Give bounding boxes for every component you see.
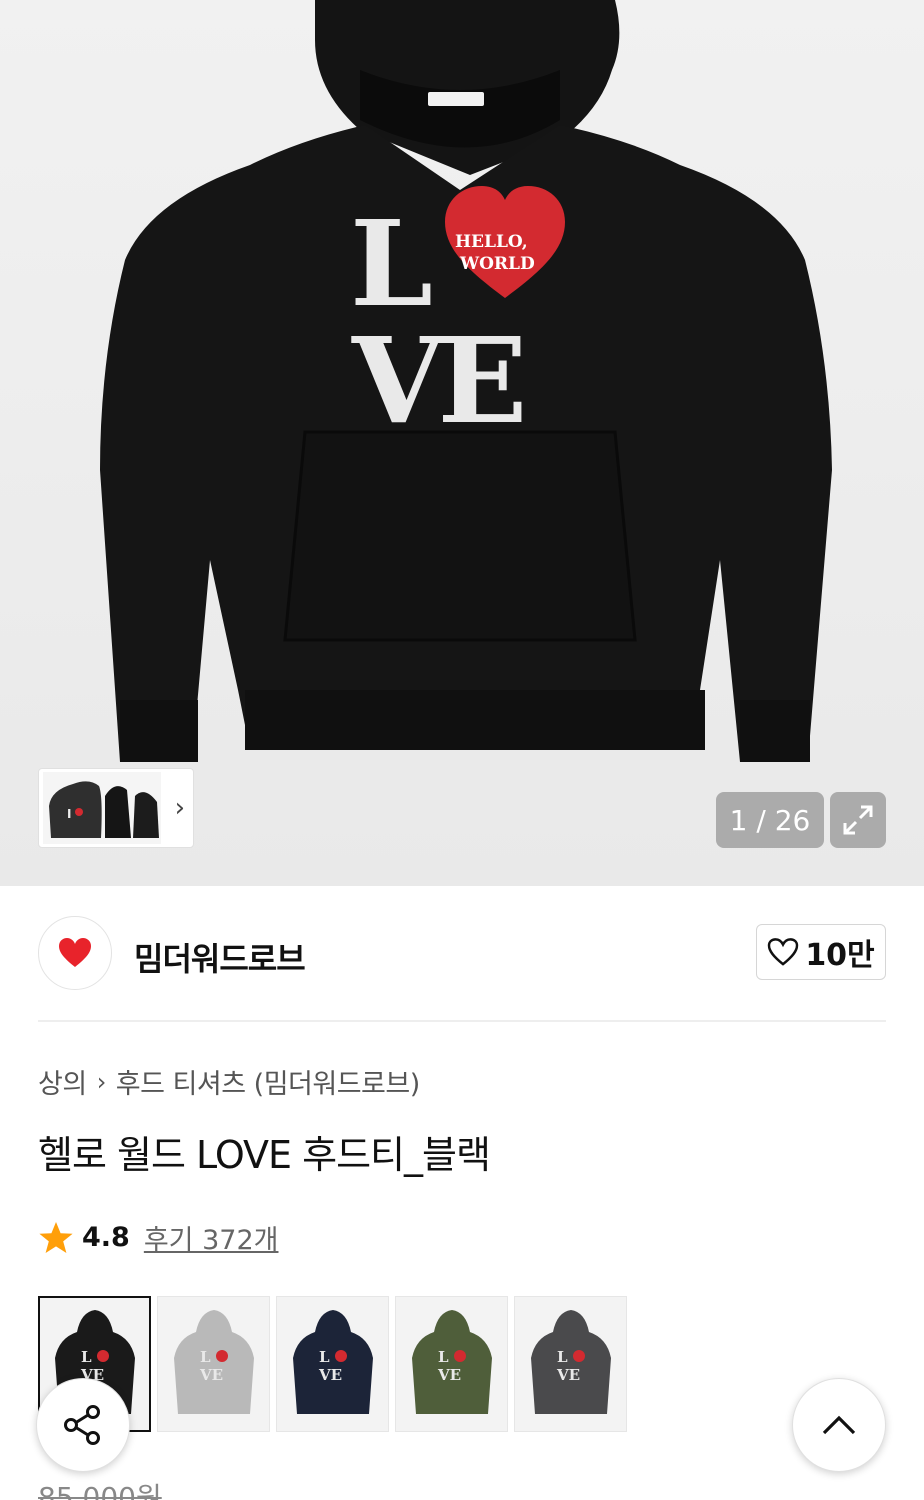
brand-logo[interactable] [38,916,112,990]
breadcrumb-subcategory[interactable]: 후드 티셔츠 (밈더워드로브) [116,1062,420,1101]
svg-text:VE: VE [199,1366,223,1384]
product-title: 헬로 월드 LOVE 후드티_블랙 [38,1133,491,1177]
star-icon [39,1221,73,1253]
svg-text:L: L [319,1348,330,1366]
svg-text:VE: VE [318,1366,342,1384]
swatch-hoodie-image: LVE [173,1310,254,1414]
share-button[interactable] [36,1378,130,1472]
original-price: 85,000원 [38,1481,162,1500]
breadcrumb-category[interactable]: 상의 [38,1062,87,1101]
chevron-right-icon: › [96,1067,107,1096]
thumbnail-strip[interactable]: I › [38,768,194,848]
svg-text:WORLD: WORLD [459,254,535,274]
chevron-up-icon [822,1415,856,1435]
svg-text:L: L [81,1348,92,1366]
thumbnail-image: I [43,772,161,844]
svg-text:L: L [200,1348,211,1366]
chevron-right-icon[interactable]: › [175,793,185,823]
rating-score: 4.8 [82,1222,130,1253]
swatch-hoodie-image: LVE [530,1310,611,1414]
product-main-image: L VE HELLO, WORLD [100,0,832,762]
share-icon [64,1405,100,1445]
expand-icon [843,805,873,835]
brand-name[interactable]: 밈더워드로브 [134,934,306,980]
like-count: 10만 [805,938,875,973]
expand-button[interactable] [830,792,886,848]
heart-outline-icon [768,938,799,966]
reviews-link[interactable]: 후기 372개 [144,1218,279,1257]
brand-row: 밈더워드로브 10만 [38,916,886,990]
divider [38,1020,886,1022]
svg-text:VE: VE [556,1366,580,1384]
image-counter: 1 / 26 [716,792,824,848]
product-image-gallery[interactable]: L VE HELLO, WORLD I › 1 / 26 [0,0,924,886]
print-letters-ve: VE [351,311,522,450]
color-swatch[interactable]: L VE [395,1296,508,1432]
svg-text:VE: VE [437,1366,461,1384]
rating-row: 4.8 후기 372개 [38,1218,278,1257]
color-swatch[interactable]: L VE [157,1296,270,1432]
brand-like-button[interactable]: 10만 [756,924,886,980]
color-swatch[interactable]: L VE [276,1296,389,1432]
scroll-top-button[interactable] [792,1378,886,1472]
svg-text:I: I [67,807,71,821]
svg-text:L: L [438,1348,449,1366]
breadcrumb: 상의 › 후드 티셔츠 (밈더워드로브) [38,1062,420,1101]
color-swatch[interactable]: L VE [514,1296,627,1432]
svg-text:HELLO,: HELLO, [455,232,528,252]
heart-logo-icon [59,938,91,967]
swatch-hoodie-image: LVE [411,1310,492,1414]
swatch-hoodie-image: LVE [292,1310,373,1414]
svg-text:L: L [557,1348,568,1366]
